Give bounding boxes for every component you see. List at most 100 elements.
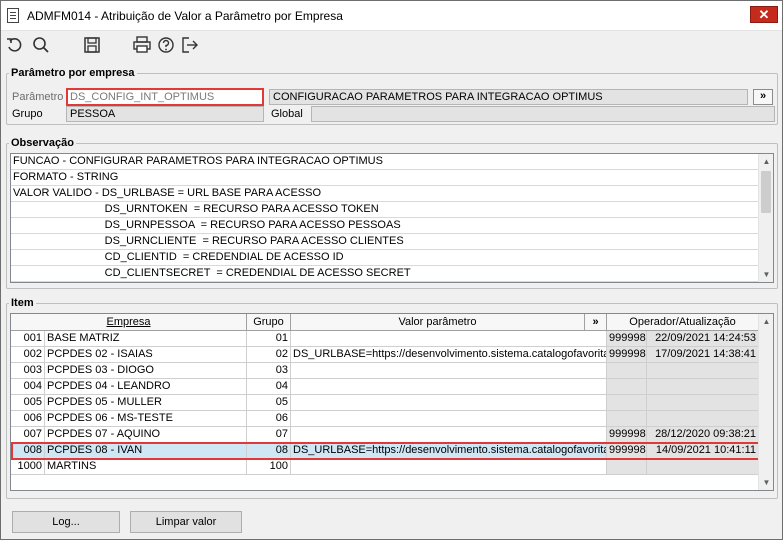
observacao-text-area[interactable]: FUNCAO - CONFIGURAR PARAMETROS PARA INTE… <box>10 153 774 283</box>
cell-data[interactable] <box>647 363 759 379</box>
cell-grupo[interactable]: 01 <box>247 331 291 347</box>
cell-empresa[interactable]: PCPDES 02 - ISAIAS <box>45 347 247 363</box>
log-button[interactable]: Log... <box>12 511 120 533</box>
cell-code[interactable]: 004 <box>11 379 45 395</box>
cell-code[interactable]: 003 <box>11 363 45 379</box>
grid-header: Empresa Grupo Valor parâmetro » Operador… <box>11 314 759 331</box>
cell-code[interactable]: 005 <box>11 395 45 411</box>
cell-valor[interactable] <box>291 427 607 443</box>
cell-code[interactable]: 001 <box>11 331 45 347</box>
col-expand-button[interactable]: » <box>585 314 607 331</box>
cell-grupo[interactable]: 07 <box>247 427 291 443</box>
grid-scrollbar[interactable]: ▲ ▼ <box>758 314 773 490</box>
cell-empresa[interactable]: PCPDES 08 - IVAN <box>45 443 247 459</box>
table-row[interactable]: 003 PCPDES 03 - DIOGO 03 <box>11 363 759 379</box>
scroll-thumb[interactable] <box>761 171 771 213</box>
item-legend: Item <box>11 297 34 309</box>
table-row[interactable]: 006 PCPDES 06 - MS-TESTE 06 <box>11 411 759 427</box>
cell-code[interactable]: 008 <box>11 443 45 459</box>
cell-code[interactable]: 006 <box>11 411 45 427</box>
cell-operador[interactable]: 999998 <box>607 427 647 443</box>
cell-valor[interactable] <box>291 363 607 379</box>
parametro-input[interactable]: DS_CONFIG_INT_OPTIMUS <box>66 88 264 106</box>
undo-icon[interactable] <box>5 35 25 55</box>
cell-grupo[interactable]: 08 <box>247 443 291 459</box>
cell-grupo[interactable]: 05 <box>247 395 291 411</box>
cell-data[interactable]: 14/09/2021 10:41:11 <box>647 443 759 459</box>
observacao-scrollbar[interactable]: ▲ ▼ <box>758 154 773 282</box>
cell-code[interactable]: 002 <box>11 347 45 363</box>
cell-empresa[interactable]: PCPDES 07 - AQUINO <box>45 427 247 443</box>
print-icon[interactable] <box>132 35 152 55</box>
parametro-legend: Parâmetro por empresa <box>11 67 135 79</box>
table-row[interactable]: 001 BASE MATRIZ 01 999998 22/09/2021 14:24:5… <box>11 331 759 347</box>
cell-empresa[interactable]: PCPDES 05 - MULLER <box>45 395 247 411</box>
table-row[interactable]: 008 PCPDES 08 - IVAN 08 DS_URLBASE=https://… <box>11 443 759 459</box>
cell-code[interactable]: 1000 <box>11 459 45 475</box>
toolbar <box>1 31 782 61</box>
save-icon[interactable] <box>82 35 102 55</box>
app-icon <box>7 8 19 23</box>
cell-empresa[interactable]: MARTINS <box>45 459 247 475</box>
title-bar: ADMFM014 - Atribuição de Valor a Parâmet… <box>1 1 782 31</box>
table-row[interactable]: 004 PCPDES 04 - LEANDRO 04 <box>11 379 759 395</box>
cell-operador[interactable] <box>607 379 647 395</box>
col-grupo[interactable]: Grupo <box>247 314 291 331</box>
cell-operador[interactable]: 999998 <box>607 443 647 459</box>
global-field <box>311 106 775 122</box>
cell-empresa[interactable]: BASE MATRIZ <box>45 331 247 347</box>
col-valor[interactable]: Valor parâmetro <box>291 314 585 331</box>
cell-operador[interactable] <box>607 363 647 379</box>
scroll-up-icon[interactable]: ▲ <box>759 314 774 329</box>
cell-grupo[interactable]: 04 <box>247 379 291 395</box>
col-empresa[interactable]: Empresa <box>11 314 247 331</box>
table-row[interactable]: 002 PCPDES 02 - ISAIAS 02 DS_URLBASE=https:… <box>11 347 759 363</box>
cell-data[interactable] <box>647 459 759 475</box>
table-row[interactable]: 1000 MARTINS 100 <box>11 459 759 475</box>
cell-operador[interactable] <box>607 459 647 475</box>
cell-data[interactable]: 28/12/2020 09:38:21 <box>647 427 759 443</box>
cell-data[interactable] <box>647 395 759 411</box>
limpar-valor-button[interactable]: Limpar valor <box>130 511 242 533</box>
cell-grupo[interactable]: 100 <box>247 459 291 475</box>
cell-valor[interactable] <box>291 411 607 427</box>
cell-data[interactable] <box>647 379 759 395</box>
cell-data[interactable] <box>647 411 759 427</box>
cell-empresa[interactable]: PCPDES 03 - DIOGO <box>45 363 247 379</box>
close-button[interactable]: ✕ <box>750 6 778 23</box>
cell-valor[interactable] <box>291 395 607 411</box>
cell-valor[interactable]: DS_URLBASE=https://desenvolvimento.siste… <box>291 347 607 363</box>
cell-grupo[interactable]: 02 <box>247 347 291 363</box>
scroll-up-icon[interactable]: ▲ <box>759 154 774 169</box>
cell-operador[interactable] <box>607 411 647 427</box>
cell-operador[interactable]: 999998 <box>607 347 647 363</box>
cell-data[interactable]: 17/09/2021 14:38:41 <box>647 347 759 363</box>
cell-operador[interactable]: 999998 <box>607 331 647 347</box>
cell-operador[interactable] <box>607 395 647 411</box>
cell-data[interactable]: 22/09/2021 14:24:53 <box>647 331 759 347</box>
exit-icon[interactable] <box>180 35 200 55</box>
cell-valor[interactable] <box>291 379 607 395</box>
parametro-more-button[interactable]: » <box>753 89 773 105</box>
cell-empresa[interactable]: PCPDES 06 - MS-TESTE <box>45 411 247 427</box>
col-operador[interactable]: Operador/Atualização <box>607 314 759 331</box>
scroll-down-icon[interactable]: ▼ <box>759 267 774 282</box>
cell-grupo[interactable]: 03 <box>247 363 291 379</box>
table-row[interactable]: 005 PCPDES 05 - MULLER 05 <box>11 395 759 411</box>
help-icon[interactable] <box>156 35 176 55</box>
observacao-line: FUNCAO - CONFIGURAR PARAMETROS PARA INTE… <box>11 154 758 170</box>
cell-valor[interactable] <box>291 331 607 347</box>
cell-empresa[interactable]: PCPDES 04 - LEANDRO <box>45 379 247 395</box>
grupo-label: Grupo <box>12 108 43 120</box>
cell-code[interactable]: 007 <box>11 427 45 443</box>
cell-valor[interactable]: DS_URLBASE=https://desenvolvimento.siste… <box>291 443 607 459</box>
table-row[interactable]: 007 PCPDES 07 - AQUINO 07 999998 28/12/2020 … <box>11 427 759 443</box>
cell-grupo[interactable]: 06 <box>247 411 291 427</box>
observacao-line: CD_CLIENTSECRET = CREDENDIAL DE ACESSO S… <box>11 266 758 282</box>
cell-valor[interactable] <box>291 459 607 475</box>
observacao-line: DS_URNTOKEN = RECURSO PARA ACESSO TOKEN <box>11 202 758 218</box>
item-grid[interactable]: Empresa Grupo Valor parâmetro » Operador… <box>10 313 774 491</box>
main-window: ADMFM014 - Atribuição de Valor a Parâmet… <box>0 0 783 540</box>
scroll-down-icon[interactable]: ▼ <box>759 475 774 490</box>
search-icon[interactable] <box>31 35 51 55</box>
